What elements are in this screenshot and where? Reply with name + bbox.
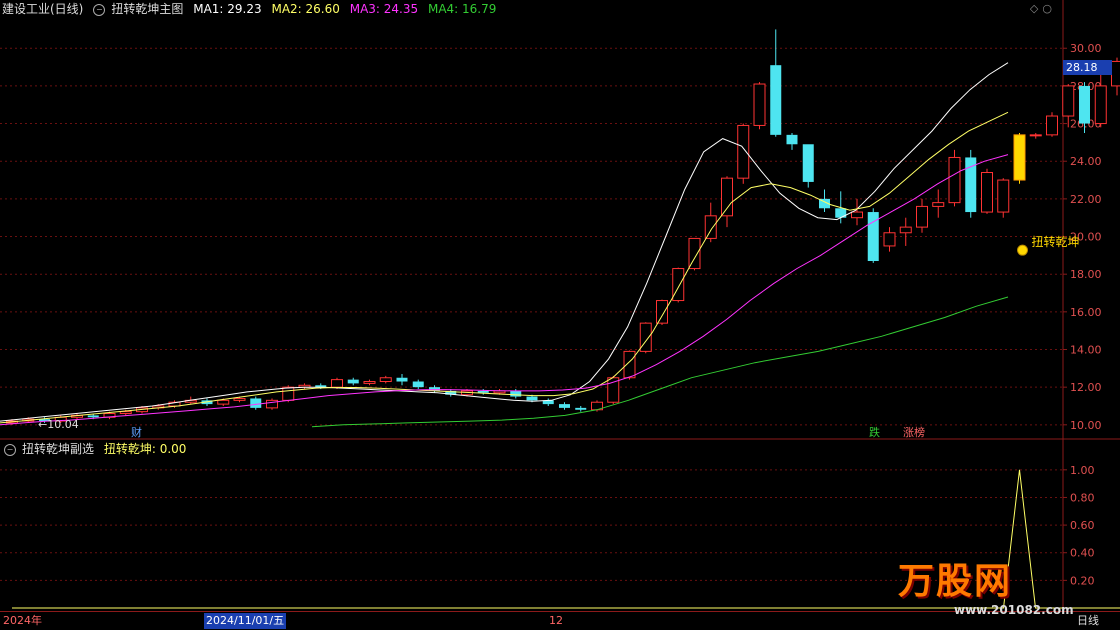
kline-chart[interactable]: 10.0012.0014.0016.0018.0020.0022.0024.00… bbox=[0, 0, 1120, 629]
watermark-url: www.201082.com bbox=[954, 603, 1074, 617]
candle-up[interactable] bbox=[657, 301, 668, 324]
main-y-tick-label: 14.00 bbox=[1070, 344, 1102, 357]
candle-down[interactable] bbox=[803, 144, 814, 182]
month-label: 12 bbox=[549, 613, 563, 629]
main-y-tick-label: 24.00 bbox=[1070, 155, 1102, 168]
candle-up[interactable] bbox=[933, 203, 944, 207]
ma4-label: MA4: 16.79 bbox=[428, 2, 496, 16]
main-y-tick-label: 12.00 bbox=[1070, 381, 1102, 394]
main-y-tick-label: 18.00 bbox=[1070, 268, 1102, 281]
watermark-logo: 万股网 bbox=[898, 552, 1012, 604]
ma1-label: MA1: 29.23 bbox=[193, 2, 261, 16]
ma-line-ma2 bbox=[0, 112, 1008, 423]
main-y-tick-label: 16.00 bbox=[1070, 306, 1102, 319]
date-axis-bar[interactable]: 2024年 2024/11/01/五 12 日线 bbox=[0, 611, 1120, 630]
candle-up[interactable] bbox=[1112, 61, 1120, 85]
toolbar-icons[interactable]: ◇○ bbox=[1030, 2, 1056, 15]
sub-chart-header: −扭转乾坤副选 扭转乾坤: 0.00 bbox=[0, 440, 192, 458]
stock-title[interactable]: 建设工业(日线) bbox=[2, 2, 83, 16]
candle-down[interactable] bbox=[478, 391, 489, 393]
candle-up[interactable] bbox=[624, 351, 635, 377]
main-chart-header: 建设工业(日线)−扭转乾坤主图 MA1: 29.23 MA2: 26.60 MA… bbox=[0, 0, 502, 18]
candle-down[interactable] bbox=[770, 65, 781, 135]
sub-y-tick-label: 0.20 bbox=[1070, 574, 1095, 587]
circle-icon[interactable]: ○ bbox=[1042, 2, 1056, 15]
signal-label: 扭转乾坤 bbox=[1032, 234, 1080, 249]
candle-up[interactable] bbox=[738, 125, 749, 178]
period-label[interactable]: 日线 bbox=[1077, 613, 1099, 629]
current-price-tag: 28.18 bbox=[1063, 60, 1112, 75]
sub-y-tick-label: 0.40 bbox=[1070, 547, 1095, 560]
candle-up[interactable] bbox=[852, 212, 863, 218]
main-y-tick-label: 22.00 bbox=[1070, 193, 1102, 206]
sub-y-tick-label: 1.00 bbox=[1070, 464, 1095, 477]
low-price-label: ←10.04 bbox=[38, 418, 79, 431]
sub-y-tick-label: 0.80 bbox=[1070, 491, 1095, 504]
candle-up[interactable] bbox=[705, 216, 716, 239]
candle-up[interactable] bbox=[364, 382, 375, 384]
sub-y-tick-label: 0.60 bbox=[1070, 519, 1095, 532]
ma3-label: MA3: 24.35 bbox=[350, 2, 418, 16]
drop-marker: 跌 bbox=[869, 425, 880, 439]
candle-up[interactable] bbox=[1030, 135, 1041, 136]
candle-up[interactable] bbox=[722, 178, 733, 216]
candle-up[interactable] bbox=[120, 412, 131, 414]
candle-down[interactable] bbox=[397, 378, 408, 382]
ma2-label: MA2: 26.60 bbox=[271, 2, 339, 16]
candle-up[interactable] bbox=[380, 378, 391, 382]
main-y-tick-label: 30.00 bbox=[1070, 42, 1102, 55]
candle-down[interactable] bbox=[348, 380, 359, 384]
sub-indicator-name[interactable]: 扭转乾坤副选 bbox=[22, 442, 94, 456]
main-indicator-name[interactable]: 扭转乾坤主图 bbox=[111, 2, 183, 16]
date-cursor-label: 2024/11/01/五 bbox=[204, 613, 286, 629]
money-bag-icon bbox=[1018, 245, 1028, 255]
candle-up[interactable] bbox=[917, 206, 928, 227]
candle-up[interactable] bbox=[234, 398, 245, 400]
sub-value-label: 扭转乾坤: 0.00 bbox=[104, 442, 187, 456]
candle-up[interactable] bbox=[982, 173, 993, 213]
candle-up[interactable] bbox=[673, 269, 684, 301]
ma-line-ma1 bbox=[0, 63, 1008, 421]
candle-up[interactable] bbox=[884, 233, 895, 246]
candle-up[interactable] bbox=[1095, 86, 1106, 124]
sub-collapse-icon[interactable]: − bbox=[4, 444, 16, 456]
candle-down[interactable] bbox=[510, 391, 521, 397]
candle-down[interactable] bbox=[413, 382, 424, 388]
candle-up[interactable] bbox=[998, 180, 1009, 212]
candle-down[interactable] bbox=[88, 415, 99, 417]
candle-up[interactable] bbox=[332, 380, 343, 388]
candle-down[interactable] bbox=[250, 398, 261, 407]
diamond-icon[interactable]: ◇ bbox=[1030, 2, 1042, 15]
candle-up[interactable] bbox=[900, 227, 911, 233]
candle-up[interactable] bbox=[1063, 86, 1074, 116]
collapse-icon[interactable]: − bbox=[93, 4, 105, 16]
candle-down[interactable] bbox=[1079, 86, 1090, 124]
candle-up[interactable] bbox=[283, 387, 294, 400]
candle-up[interactable] bbox=[1047, 116, 1058, 135]
candle-up[interactable] bbox=[218, 400, 229, 404]
ma-line-ma3 bbox=[0, 155, 1008, 425]
candle-up[interactable] bbox=[754, 84, 765, 125]
main-y-tick-label: 10.00 bbox=[1070, 419, 1102, 432]
candle-down[interactable] bbox=[787, 135, 798, 144]
candle-down[interactable] bbox=[575, 408, 586, 410]
limit-marker: 涨榜 bbox=[903, 425, 925, 439]
signal-candle[interactable] bbox=[1014, 135, 1025, 180]
year-label: 2024年 bbox=[3, 613, 42, 629]
finance-marker: 财 bbox=[131, 425, 142, 439]
candle-down[interactable] bbox=[527, 397, 538, 401]
candle-down[interactable] bbox=[559, 404, 570, 408]
candle-up[interactable] bbox=[949, 157, 960, 202]
